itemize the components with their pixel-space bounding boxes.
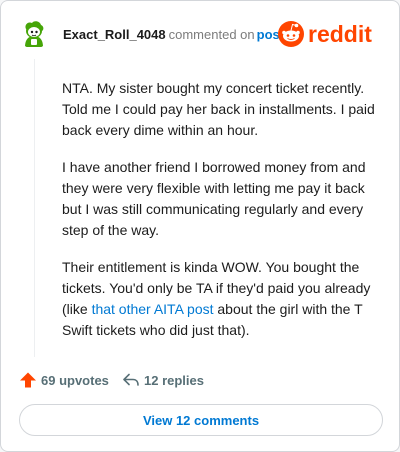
comment-paragraph-2: I have another friend I borrowed money f… — [62, 159, 366, 238]
comment-header: Exact_Roll_4048 commented on post reddit — [19, 19, 383, 51]
comment-card: Exact_Roll_4048 commented on post reddit N… — [0, 0, 400, 452]
username[interactable]: Exact_Roll_4048 — [63, 27, 166, 42]
snoo-logo-icon — [278, 21, 304, 47]
reply-button[interactable]: 12 replies — [122, 370, 204, 390]
thread-line[interactable] — [34, 59, 35, 357]
upvote-arrow-icon — [20, 372, 36, 388]
view-comments-button[interactable]: View 12 comments — [19, 404, 383, 436]
comment-body: NTA. My sister bought my concert ticket … — [62, 78, 380, 357]
comment-paragraph-1: NTA. My sister bought my concert ticket … — [62, 80, 375, 138]
reply-count: 12 replies — [144, 372, 204, 388]
upvote-button[interactable]: 69 upvotes — [19, 370, 109, 390]
view-comments-label: View 12 comments — [142, 412, 260, 428]
aita-post-link[interactable]: that other AITA post — [92, 301, 214, 317]
comment-paragraph-3: Their entitlement is kinda WOW. You boug… — [62, 257, 380, 341]
comment-meta: Exact_Roll_4048 commented on post — [63, 27, 284, 43]
avatar[interactable] — [19, 19, 49, 49]
commented-on-text: commented on — [168, 27, 255, 42]
reddit-wordmark: reddit — [308, 21, 372, 47]
upvote-count: 69 upvotes — [41, 372, 109, 388]
reply-arrow-icon — [123, 373, 139, 386]
snoo-avatar-icon — [19, 19, 49, 49]
reddit-logo[interactable]: reddit — [277, 19, 383, 49]
